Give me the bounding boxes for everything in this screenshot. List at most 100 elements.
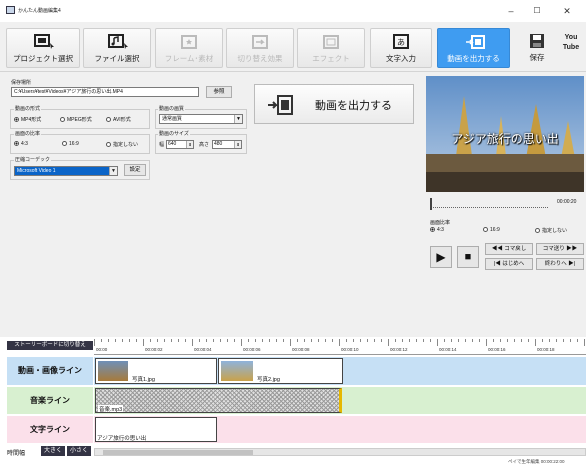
play-icon: ▶ <box>436 250 446 264</box>
clip-name: 写真1.jpg <box>132 377 155 383</box>
to-end-button[interactable]: 終わりへ ▶| <box>536 258 584 270</box>
export-video-main-button[interactable]: 動画を出力する <box>254 84 414 124</box>
ruler-tick-label: 00:00:06 <box>243 347 261 352</box>
stop-button[interactable]: ■ <box>457 246 479 268</box>
format-radio-mpeg[interactable]: MPEG形式 <box>60 116 92 123</box>
frame-material-label: フレーム･素材 <box>164 54 214 63</box>
save-path-field[interactable]: C:¥Users¥test¥Videos¥アジア旅行の思い出.MP4 <box>11 87 199 97</box>
height-spinner[interactable]: 480 ⬍ <box>212 140 242 149</box>
scrollbar-thumb[interactable] <box>103 450 253 455</box>
aspect-radio-4-3[interactable]: 4:3 <box>14 141 28 147</box>
ruler-tick-label: 00:00:14 <box>439 347 457 352</box>
width-spinner[interactable]: 640 ⬍ <box>166 140 194 149</box>
youtube-button[interactable]: You Tube <box>559 28 583 68</box>
ruler-tick <box>311 339 312 342</box>
height-label: 高さ <box>199 142 210 148</box>
floppy-disk-icon <box>527 33 547 49</box>
ruler-tick <box>115 339 116 342</box>
ruler-tick <box>542 339 543 342</box>
ruler-tick <box>304 339 305 342</box>
seek-handle[interactable] <box>430 198 432 210</box>
file-select-button[interactable]: ファイル選択 <box>83 28 151 68</box>
ruler-tick <box>423 339 424 342</box>
video-clip[interactable]: 写真1.jpg <box>95 358 217 384</box>
ruler-tick <box>458 339 459 342</box>
minimize-button[interactable]: – <box>500 3 522 19</box>
to-start-button[interactable]: |◀ はじめへ <box>485 258 533 270</box>
ruler-tick <box>514 339 515 342</box>
ruler-tick <box>101 339 102 342</box>
format-label: 動画の形式 <box>14 105 42 112</box>
play-button[interactable]: ▶ <box>430 246 452 268</box>
ruler-tick <box>563 339 564 342</box>
ruler-tick <box>185 339 186 342</box>
close-button[interactable]: ✕ <box>556 3 578 19</box>
effect-label: エフェクト <box>312 54 350 63</box>
text-clip[interactable]: アジア旅行の思い出 <box>95 417 217 442</box>
seek-slider[interactable] <box>430 202 548 208</box>
ruler-tick <box>157 339 158 342</box>
ruler-tick <box>262 339 263 342</box>
codec-label: 圧縮コーデック <box>14 156 52 163</box>
codec-select[interactable]: Microsoft Video 1 ▼ <box>14 166 118 176</box>
quality-select[interactable]: 通常画質 ▼ <box>159 114 243 124</box>
format-radio-avi[interactable]: AVI形式 <box>106 116 131 123</box>
timeline-scrollbar[interactable] <box>94 448 586 456</box>
ruler-tick <box>346 339 347 342</box>
app-icon <box>6 6 15 14</box>
ruler-tick <box>192 339 193 346</box>
next-frame-button[interactable]: コマ送り ▶▶ <box>536 243 584 255</box>
maximize-button[interactable]: ☐ <box>526 3 548 19</box>
zoom-in-button[interactable]: 大きく <box>41 446 65 456</box>
ruler-tick <box>472 339 473 342</box>
ruler-tick <box>395 339 396 342</box>
ruler-tick <box>339 339 340 346</box>
format-radio-mp4[interactable]: MP4形式 <box>14 116 41 123</box>
toolbar: プロジェクト選択 ファイル選択 フレーム･素材 切り替え効果 エフェクト あ 文… <box>0 22 586 72</box>
video-clip[interactable]: 写真2.jpg <box>218 358 343 384</box>
aspect-radio-none[interactable]: 指定しない <box>106 141 138 148</box>
ratio-radio-4-3[interactable]: 4:3 <box>430 227 444 233</box>
ruler-tick-label: 00:00:10 <box>341 347 359 352</box>
text-input-button[interactable]: あ 文字入力 <box>370 28 432 68</box>
time-ruler[interactable]: 00:00 00:00:02 00:00:04 00:00:06 00:00:08 00:… <box>94 339 586 355</box>
ruler-tick <box>549 339 550 342</box>
size-label: 動画のサイズ <box>158 130 190 137</box>
ruler-tick-label: 00:00:04 <box>194 347 212 352</box>
zoom-label: 時間幅 <box>7 451 26 457</box>
prev-frame-button[interactable]: ◀◀ コマ戻し <box>485 243 533 255</box>
ruler-tick <box>584 339 585 346</box>
ruler-tick <box>94 339 95 346</box>
ruler-tick <box>430 339 431 342</box>
ruler-tick <box>220 339 221 342</box>
ruler-tick <box>507 339 508 342</box>
frame-material-button[interactable]: フレーム･素材 <box>155 28 223 68</box>
export-video-button[interactable]: 動画を出力する <box>437 28 510 68</box>
spinner-arrows-icon: ⬍ <box>186 141 193 148</box>
ratio-radio-16-9[interactable]: 16:9 <box>483 227 500 233</box>
ruler-tick <box>318 339 319 342</box>
save-button[interactable]: 保存 <box>521 28 553 68</box>
storyboard-toggle-button[interactable]: ストーリーボードに切り替え <box>7 341 93 350</box>
ruler-tick <box>283 339 284 342</box>
text-track-label: 文字ライン <box>7 416 93 443</box>
transition-button[interactable]: 切り替え効果 <box>226 28 294 68</box>
project-select-button[interactable]: プロジェクト選択 <box>6 28 80 68</box>
quality-label: 動画の画質 <box>158 105 186 112</box>
ruler-tick <box>255 339 256 342</box>
effect-button[interactable]: エフェクト <box>297 28 365 68</box>
zoom-out-button[interactable]: 小さく <box>67 446 91 456</box>
browse-button[interactable]: 参照 <box>206 86 232 98</box>
ruler-tick-label: 00:00 <box>96 347 108 352</box>
frame-icon <box>179 34 199 50</box>
ratio-radio-none[interactable]: 指定しない <box>535 227 567 234</box>
width-label: 幅 <box>159 142 165 148</box>
codec-settings-button[interactable]: 設定 <box>124 164 146 176</box>
aspect-radio-16-9[interactable]: 16:9 <box>62 141 79 147</box>
ruler-tick <box>227 339 228 342</box>
ruler-tick <box>493 339 494 342</box>
export-video-main-label: 動画を出力する <box>315 100 392 112</box>
music-clip[interactable]: 音楽.mp3 <box>95 388 342 413</box>
ruler-tick <box>500 339 501 342</box>
ruler-tick <box>353 339 354 342</box>
